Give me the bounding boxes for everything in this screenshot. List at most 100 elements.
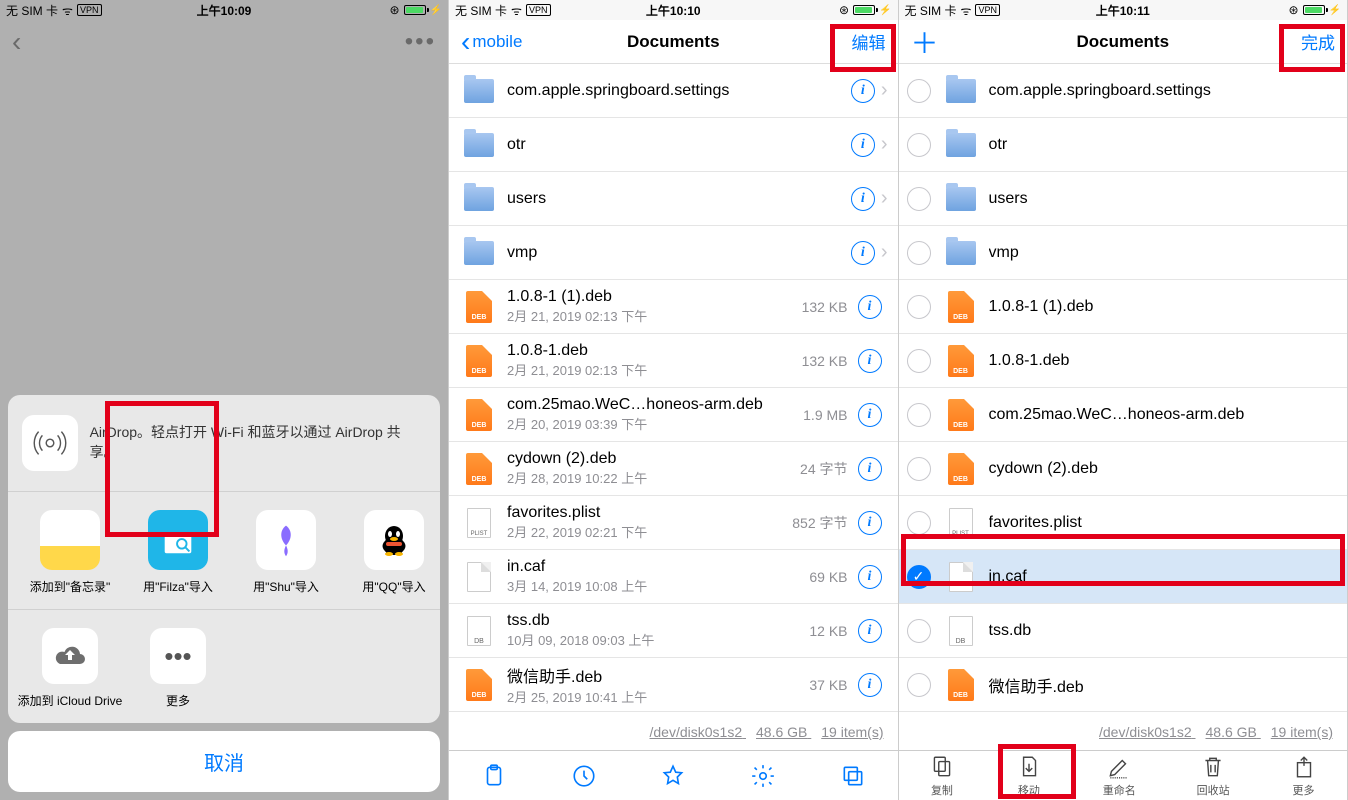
edit-button[interactable]: 编辑 bbox=[852, 29, 886, 54]
list-item[interactable]: vmp bbox=[899, 226, 1348, 280]
file-name: users bbox=[989, 190, 1338, 208]
share-notes[interactable]: 添加到"备忘录" bbox=[16, 510, 124, 595]
list-item[interactable]: DEBcom.25mao.WeC…honeos-arm.deb bbox=[899, 388, 1348, 442]
select-checkbox[interactable]: ✓ bbox=[907, 565, 931, 589]
filza-icon bbox=[148, 510, 208, 570]
action-more[interactable]: ••• 更多 bbox=[124, 628, 232, 709]
footer-free[interactable]: 48.6 GB bbox=[1206, 724, 1257, 740]
list-item[interactable]: PLISTfavorites.plist bbox=[899, 496, 1348, 550]
back-button[interactable]: ‹ bbox=[12, 26, 21, 58]
deb-icon: DEB bbox=[948, 345, 974, 377]
info-button[interactable]: i bbox=[858, 349, 882, 373]
select-checkbox[interactable] bbox=[907, 457, 931, 481]
info-button[interactable]: i bbox=[851, 241, 875, 265]
info-button[interactable]: i bbox=[851, 79, 875, 103]
file-list[interactable]: com.apple.springboard.settingsi›otri›use… bbox=[449, 64, 898, 714]
info-button[interactable]: i bbox=[851, 133, 875, 157]
add-button[interactable]: ＋ bbox=[911, 22, 939, 62]
airdrop-row[interactable]: AirDrop。轻点打开 Wi-Fi 和蓝牙以通过 AirDrop 共享。 bbox=[8, 395, 440, 492]
info-button[interactable]: i bbox=[858, 619, 882, 643]
tb-settings[interactable] bbox=[750, 763, 776, 789]
info-button[interactable]: i bbox=[858, 673, 882, 697]
vpn-badge: VPN bbox=[526, 4, 551, 16]
list-item[interactable]: com.apple.springboard.settingsi› bbox=[449, 64, 898, 118]
info-button[interactable]: i bbox=[858, 457, 882, 481]
tb-rename[interactable]: 重命名 bbox=[1103, 754, 1136, 798]
list-item[interactable]: PLISTfavorites.plist2月 22, 2019 02:21 下午… bbox=[449, 496, 898, 550]
file-size: 24 字节 bbox=[800, 459, 847, 479]
select-checkbox[interactable] bbox=[907, 349, 931, 373]
file-list[interactable]: com.apple.springboard.settings otr users vm… bbox=[899, 64, 1348, 714]
share-label: 用"QQ"导入 bbox=[362, 578, 425, 595]
file-size: 12 KB bbox=[809, 623, 847, 639]
tb-favorites[interactable] bbox=[660, 763, 686, 789]
battery-icon: ⚡ bbox=[404, 5, 442, 16]
list-item[interactable]: otr bbox=[899, 118, 1348, 172]
list-item[interactable]: DEB1.0.8-1 (1).deb bbox=[899, 280, 1348, 334]
select-checkbox[interactable] bbox=[907, 133, 931, 157]
list-item[interactable]: usersi› bbox=[449, 172, 898, 226]
tb-move[interactable]: 移动 bbox=[1016, 754, 1042, 798]
footer-disk[interactable]: /dev/disk0s1s2 bbox=[650, 724, 743, 740]
tb-more[interactable]: 更多 bbox=[1291, 754, 1317, 798]
tb-clipboard[interactable] bbox=[481, 763, 507, 789]
list-item[interactable]: DEBcydown (2).deb2月 28, 2019 10:22 上午24 … bbox=[449, 442, 898, 496]
list-item[interactable]: DEBcydown (2).deb bbox=[899, 442, 1348, 496]
select-checkbox[interactable] bbox=[907, 187, 931, 211]
list-item[interactable]: DEB1.0.8-1 (1).deb2月 21, 2019 02:13 下午13… bbox=[449, 280, 898, 334]
select-checkbox[interactable] bbox=[907, 673, 931, 697]
file-name: vmp bbox=[989, 244, 1338, 262]
panel-filza-browse: 无 SIM 卡 ᯤ VPN 上午10:10 ⊛ ⚡ ‹ mobile Docum… bbox=[449, 0, 899, 800]
status-time: 上午10:10 bbox=[646, 2, 701, 19]
list-item[interactable]: DEBcom.25mao.WeC…honeos-arm.deb2月 20, 20… bbox=[449, 388, 898, 442]
list-item[interactable]: ✓in.caf bbox=[899, 550, 1348, 604]
info-button[interactable]: i bbox=[858, 565, 882, 589]
list-item[interactable]: users bbox=[899, 172, 1348, 226]
cancel-button[interactable]: 取消 bbox=[8, 731, 440, 792]
select-checkbox[interactable] bbox=[907, 511, 931, 535]
select-checkbox[interactable] bbox=[907, 619, 931, 643]
file-size: 852 字节 bbox=[792, 513, 847, 533]
footer-disk[interactable]: /dev/disk0s1s2 bbox=[1099, 724, 1192, 740]
select-checkbox[interactable] bbox=[907, 403, 931, 427]
tb-recent[interactable] bbox=[571, 763, 597, 789]
page-title: Documents bbox=[627, 32, 720, 52]
file-name: vmp bbox=[507, 244, 851, 262]
info-button[interactable]: i bbox=[858, 295, 882, 319]
list-item[interactable]: otri› bbox=[449, 118, 898, 172]
list-item[interactable]: in.caf3月 14, 2019 10:08 上午69 KBi bbox=[449, 550, 898, 604]
action-icloud[interactable]: 添加到 iCloud Drive bbox=[16, 628, 124, 709]
list-item[interactable]: DEB微信助手.deb2月 25, 2019 10:41 上午37 KBi bbox=[449, 658, 898, 712]
info-button[interactable]: i bbox=[851, 187, 875, 211]
list-item[interactable]: DBtss.db bbox=[899, 604, 1348, 658]
more-button[interactable]: ••• bbox=[405, 28, 436, 56]
list-item[interactable]: DEB1.0.8-1.deb bbox=[899, 334, 1348, 388]
list-item[interactable]: DEB1.0.8-1.deb2月 21, 2019 02:13 下午132 KB… bbox=[449, 334, 898, 388]
footer-free[interactable]: 48.6 GB bbox=[756, 724, 807, 740]
share-label: 添加到"备忘录" bbox=[30, 578, 111, 595]
back-button[interactable]: ‹ mobile bbox=[461, 26, 522, 58]
carrier-text: 无 SIM 卡 bbox=[6, 2, 58, 19]
select-checkbox[interactable] bbox=[907, 241, 931, 265]
tb-trash[interactable]: 回收站 bbox=[1197, 754, 1230, 798]
list-item[interactable]: DBtss.db10月 09, 2018 09:03 上午12 KBi bbox=[449, 604, 898, 658]
done-button[interactable]: 完成 bbox=[1301, 29, 1335, 54]
tb-tabs[interactable] bbox=[840, 763, 866, 789]
info-button[interactable]: i bbox=[858, 511, 882, 535]
select-checkbox[interactable] bbox=[907, 295, 931, 319]
folder-icon bbox=[946, 241, 976, 265]
list-item[interactable]: vmpi› bbox=[449, 226, 898, 280]
share-shu[interactable]: 用"Shu"导入 bbox=[232, 510, 340, 595]
share-qq[interactable]: 用"QQ"导入 bbox=[340, 510, 440, 595]
list-item[interactable]: DEB微信助手.deb bbox=[899, 658, 1348, 712]
footer-count[interactable]: 19 item(s) bbox=[821, 724, 883, 740]
more-icon: ••• bbox=[150, 628, 206, 684]
info-button[interactable]: i bbox=[858, 403, 882, 427]
file-name: 1.0.8-1 (1).deb bbox=[507, 288, 802, 306]
footer-count[interactable]: 19 item(s) bbox=[1271, 724, 1333, 740]
tb-copy[interactable]: 复制 bbox=[929, 754, 955, 798]
file-name: com.apple.springboard.settings bbox=[989, 82, 1338, 100]
list-item[interactable]: com.apple.springboard.settings bbox=[899, 64, 1348, 118]
share-filza[interactable]: 用"Filza"导入 bbox=[124, 510, 232, 595]
select-checkbox[interactable] bbox=[907, 79, 931, 103]
